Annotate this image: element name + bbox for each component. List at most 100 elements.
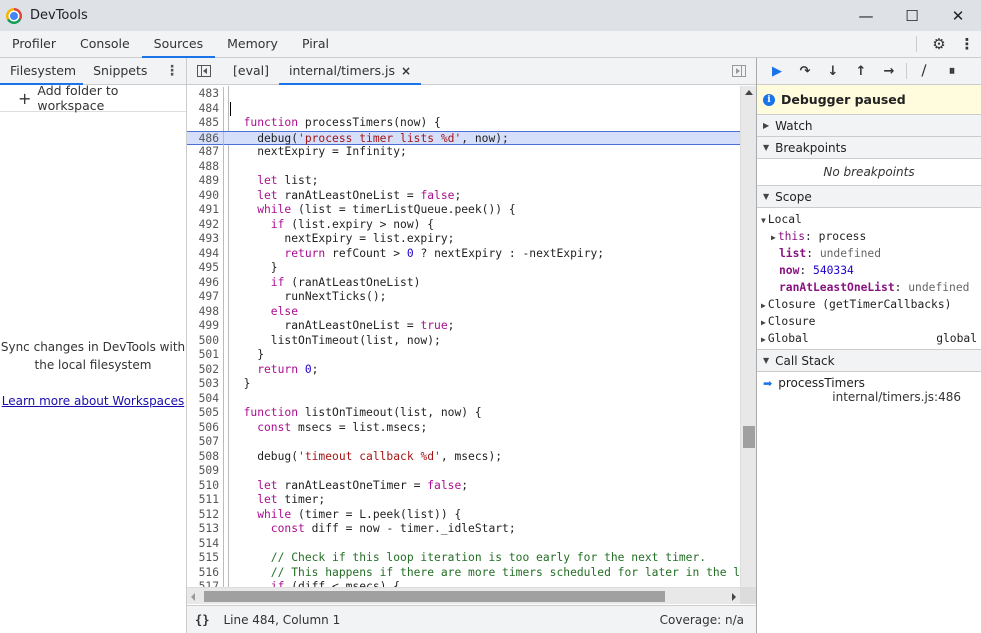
step-over-icon[interactable]: ↷ (791, 58, 819, 84)
code-line[interactable]: 514 (187, 536, 740, 551)
step-icon[interactable]: → (875, 58, 903, 84)
toggle-navigator-icon[interactable] (197, 65, 211, 77)
code-line[interactable]: 510 let ranAtLeastOneTimer = false; (187, 478, 740, 493)
scope-this[interactable]: ▶ this: process (757, 228, 981, 245)
line-number[interactable]: 512 (187, 507, 224, 522)
line-number[interactable]: 497 (187, 290, 224, 305)
code-line[interactable]: 489 let list; (187, 174, 740, 189)
scope-section-header[interactable]: ▼ Scope (757, 186, 981, 208)
line-number[interactable]: 513 (187, 522, 224, 537)
code-line[interactable]: 511 let timer; (187, 493, 740, 508)
code-line[interactable]: 507 (187, 435, 740, 450)
resume-icon[interactable]: ▶ (763, 58, 791, 84)
scope-local[interactable]: ▼ Local (757, 211, 981, 228)
line-number[interactable]: 486 (187, 131, 224, 146)
code-line[interactable]: 516 // This happens if there are more ti… (187, 565, 747, 580)
line-number[interactable]: 498 (187, 304, 224, 319)
add-folder-button[interactable]: + Add folder to workspace (0, 83, 186, 113)
code-line[interactable]: 496 if (ranAtLeastOneList) (187, 275, 740, 290)
code-line[interactable]: 483 (187, 87, 740, 102)
close-tab-icon[interactable]: × (401, 58, 411, 84)
scope-var[interactable]: ranAtLeastOneList: undefined (757, 279, 981, 296)
tab-piral[interactable]: Piral (290, 31, 341, 57)
line-number[interactable]: 509 (187, 464, 224, 479)
line-number[interactable]: 515 (187, 551, 224, 566)
navigator-more-icon[interactable]: ⋮ (164, 58, 180, 84)
tab-snippets[interactable]: Snippets (83, 58, 154, 84)
code-line[interactable]: 497 runNextTicks(); (187, 290, 740, 305)
line-number[interactable]: 511 (187, 493, 224, 508)
settings-gear-icon[interactable]: ⚙ (925, 31, 953, 57)
step-out-icon[interactable]: ↑ (847, 58, 875, 84)
pretty-print-icon[interactable]: {} (195, 613, 209, 627)
scope-closure[interactable]: ▶ Closure (757, 313, 981, 330)
horizontal-scrollbar[interactable] (187, 587, 740, 604)
code-line[interactable]: 508 debug('timeout callback %d', msecs); (187, 449, 740, 464)
line-number[interactable]: 507 (187, 435, 224, 450)
line-number[interactable]: 506 (187, 420, 224, 435)
code-line[interactable]: 488 (187, 159, 740, 174)
line-number[interactable]: 483 (187, 87, 224, 102)
vertical-scroll-thumb[interactable] (743, 426, 755, 448)
code-line[interactable]: 492 if (list.expiry > now) { (187, 217, 740, 232)
line-number[interactable]: 502 (187, 362, 224, 377)
call-frame-location[interactable]: internal/timers.js:486 (763, 390, 975, 404)
code-line[interactable]: 504 (187, 391, 740, 406)
watch-section-header[interactable]: ▶ Watch (757, 115, 981, 137)
editor-tab-timers[interactable]: internal/timers.js × (278, 58, 422, 85)
scope-var[interactable]: now: 540334 (757, 262, 981, 279)
horizontal-scroll-thumb[interactable] (204, 591, 665, 602)
call-stack-frame[interactable]: ➡ processTimers internal/timers.js:486 (757, 372, 981, 408)
code-line[interactable]: 495 } (187, 261, 740, 276)
line-number[interactable]: 489 (187, 174, 224, 189)
line-number[interactable]: 491 (187, 203, 224, 218)
scope-closure[interactable]: ▶ Closure (getTimerCallbacks) (757, 296, 981, 313)
vertical-scrollbar[interactable] (740, 86, 756, 604)
code-line[interactable]: 484 (187, 101, 740, 116)
code-line[interactable]: 513 const diff = now - timer._idleStart; (187, 522, 740, 537)
line-number[interactable]: 496 (187, 275, 224, 290)
code-line[interactable]: 512 while (timer = L.peek(list)) { (187, 507, 740, 522)
code-line[interactable]: 491 while (list = timerListQueue.peek())… (187, 203, 740, 218)
line-number[interactable]: 501 (187, 348, 224, 363)
code-line[interactable]: 501 } (187, 348, 740, 363)
deactivate-breakpoints-icon[interactable]: ⧸ (910, 58, 938, 84)
code-line[interactable]: 503 } (187, 377, 740, 392)
line-number[interactable]: 484 (187, 101, 224, 116)
line-number[interactable]: 505 (187, 406, 224, 421)
tab-filesystem[interactable]: Filesystem (0, 58, 84, 85)
line-number[interactable]: 514 (187, 536, 224, 551)
line-number[interactable]: 516 (187, 565, 224, 580)
line-number[interactable]: 494 (187, 246, 224, 261)
line-number[interactable]: 504 (187, 391, 224, 406)
line-number[interactable]: 510 (187, 478, 224, 493)
line-number[interactable]: 487 (187, 145, 224, 160)
toggle-debugger-icon[interactable] (732, 65, 746, 77)
step-into-icon[interactable]: ↓ (819, 58, 847, 84)
line-number[interactable]: 508 (187, 449, 224, 464)
scroll-up-arrow-icon[interactable] (745, 90, 753, 95)
learn-more-workspaces-link[interactable]: Learn more about Workspaces (0, 392, 186, 410)
code-line[interactable]: 505 function listOnTimeout(list, now) { (187, 406, 740, 421)
execution-line[interactable]: 486 debug('process timer lists %d', now)… (187, 130, 740, 146)
tab-sources[interactable]: Sources (141, 31, 216, 58)
code-line[interactable]: 502 return 0; (187, 362, 740, 377)
close-window-button[interactable]: ✕ (935, 0, 981, 31)
code-line[interactable]: 509 (187, 464, 740, 479)
line-number[interactable]: 500 (187, 333, 224, 348)
code-line[interactable]: 499 ranAtLeastOneList = true; (187, 319, 740, 334)
code-line[interactable]: 506 const msecs = list.msecs; (187, 420, 740, 435)
line-number[interactable]: 490 (187, 188, 224, 203)
minimize-button[interactable]: — (843, 0, 889, 31)
breakpoints-section-header[interactable]: ▼ Breakpoints (757, 137, 981, 159)
tab-profiler[interactable]: Profiler (0, 31, 68, 57)
code-line[interactable]: 500 listOnTimeout(list, now); (187, 333, 740, 348)
call-stack-section-header[interactable]: ▼ Call Stack (757, 350, 981, 372)
line-number[interactable]: 503 (187, 377, 224, 392)
tab-console[interactable]: Console (68, 31, 142, 57)
code-line[interactable]: 487 nextExpiry = Infinity; (187, 145, 740, 160)
scope-global[interactable]: ▶ Global global (757, 330, 981, 347)
line-number[interactable]: 488 (187, 159, 224, 174)
line-number[interactable]: 499 (187, 319, 224, 334)
scope-var[interactable]: list: undefined (757, 245, 981, 262)
